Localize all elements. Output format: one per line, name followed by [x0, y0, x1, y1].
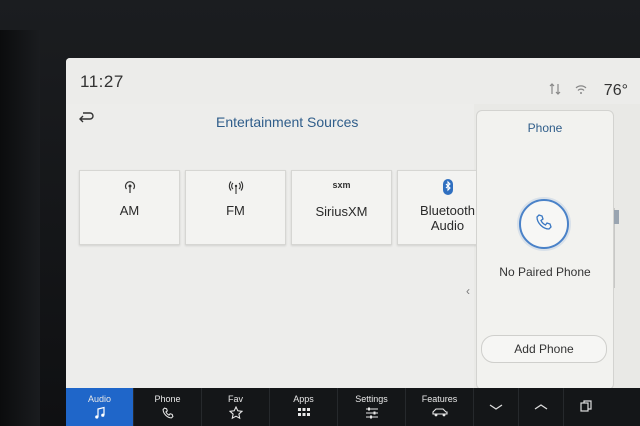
chevron-up-icon — [533, 399, 549, 415]
apps-grid-icon — [297, 406, 311, 420]
nav-item-audio[interactable]: Audio — [66, 388, 134, 426]
car-icon — [431, 406, 449, 420]
phone-call-button[interactable] — [519, 199, 569, 249]
am-antenna-icon — [122, 179, 138, 195]
source-label-bluetooth: Bluetooth Audio — [420, 203, 475, 233]
layout-toggle-button[interactable] — [564, 388, 608, 426]
phone-icon — [534, 212, 554, 237]
phone-panel-title: Phone — [527, 121, 563, 135]
scrollbar-thumb[interactable] — [614, 210, 619, 224]
source-tile-fm[interactable]: FM — [185, 170, 286, 245]
source-tile-am[interactable]: AM — [79, 170, 180, 245]
nav-item-fav[interactable]: Fav — [202, 388, 270, 426]
add-phone-button[interactable]: Add Phone — [481, 335, 607, 363]
nav-item-features[interactable]: Features — [406, 388, 474, 426]
chevron-left-icon[interactable]: ‹ — [466, 284, 470, 298]
source-label-fm: FM — [226, 203, 245, 218]
nav-label-fav: Fav — [227, 394, 243, 404]
bottom-nav-bar: Audio Phone Fav Apps Settings Features — [66, 388, 640, 426]
nav-item-settings[interactable]: Settings — [338, 388, 406, 426]
source-tiles: AM FM sxm SiriusXM Bluetooth Audio — [79, 170, 498, 245]
source-label-siriusxm: SiriusXM — [315, 204, 368, 219]
source-label-am: AM — [119, 203, 140, 218]
bluetooth-icon — [440, 179, 456, 195]
infotainment-screen: 11:27 76° Entertainment Sources AM FM sx… — [66, 58, 640, 426]
status-icons — [548, 82, 588, 99]
nav-label-audio: Audio — [87, 394, 112, 404]
wifi-icon — [574, 82, 588, 99]
phone-panel: Phone No Paired Phone Add Phone — [476, 110, 614, 390]
star-icon — [228, 405, 243, 420]
nav-label-apps: Apps — [293, 394, 314, 404]
scrollbar[interactable] — [614, 208, 620, 288]
nav-item-phone[interactable]: Phone — [134, 388, 202, 426]
bezel-left — [0, 30, 40, 426]
clock: 11:27 — [80, 72, 124, 91]
back-arrow-icon[interactable] — [78, 110, 98, 130]
siriusxm-logo-icon: sxm — [332, 180, 351, 190]
entertainment-sources-panel: Entertainment Sources AM FM sxm SiriusXM — [66, 104, 498, 388]
phone-icon — [161, 406, 175, 420]
chevron-up-button[interactable] — [519, 388, 564, 426]
chevron-down-icon — [488, 399, 504, 415]
windows-stack-icon — [579, 399, 593, 416]
page-title: Entertainment Sources — [216, 114, 359, 130]
phone-status: No Paired Phone — [499, 265, 591, 279]
fm-antenna-icon — [228, 179, 244, 195]
nav-label-phone: Phone — [154, 394, 181, 404]
nav-item-apps[interactable]: Apps — [270, 388, 338, 426]
status-bar: 11:27 76° — [66, 58, 640, 104]
temperature: 76° — [603, 82, 628, 99]
sliders-icon — [365, 406, 379, 420]
source-tile-siriusxm[interactable]: sxm SiriusXM — [291, 170, 392, 245]
nav-label-features: Features — [421, 394, 458, 404]
music-note-icon — [93, 406, 107, 420]
data-transfer-icon — [548, 82, 562, 99]
nav-label-settings: Settings — [355, 394, 388, 404]
chevron-down-button[interactable] — [474, 388, 519, 426]
